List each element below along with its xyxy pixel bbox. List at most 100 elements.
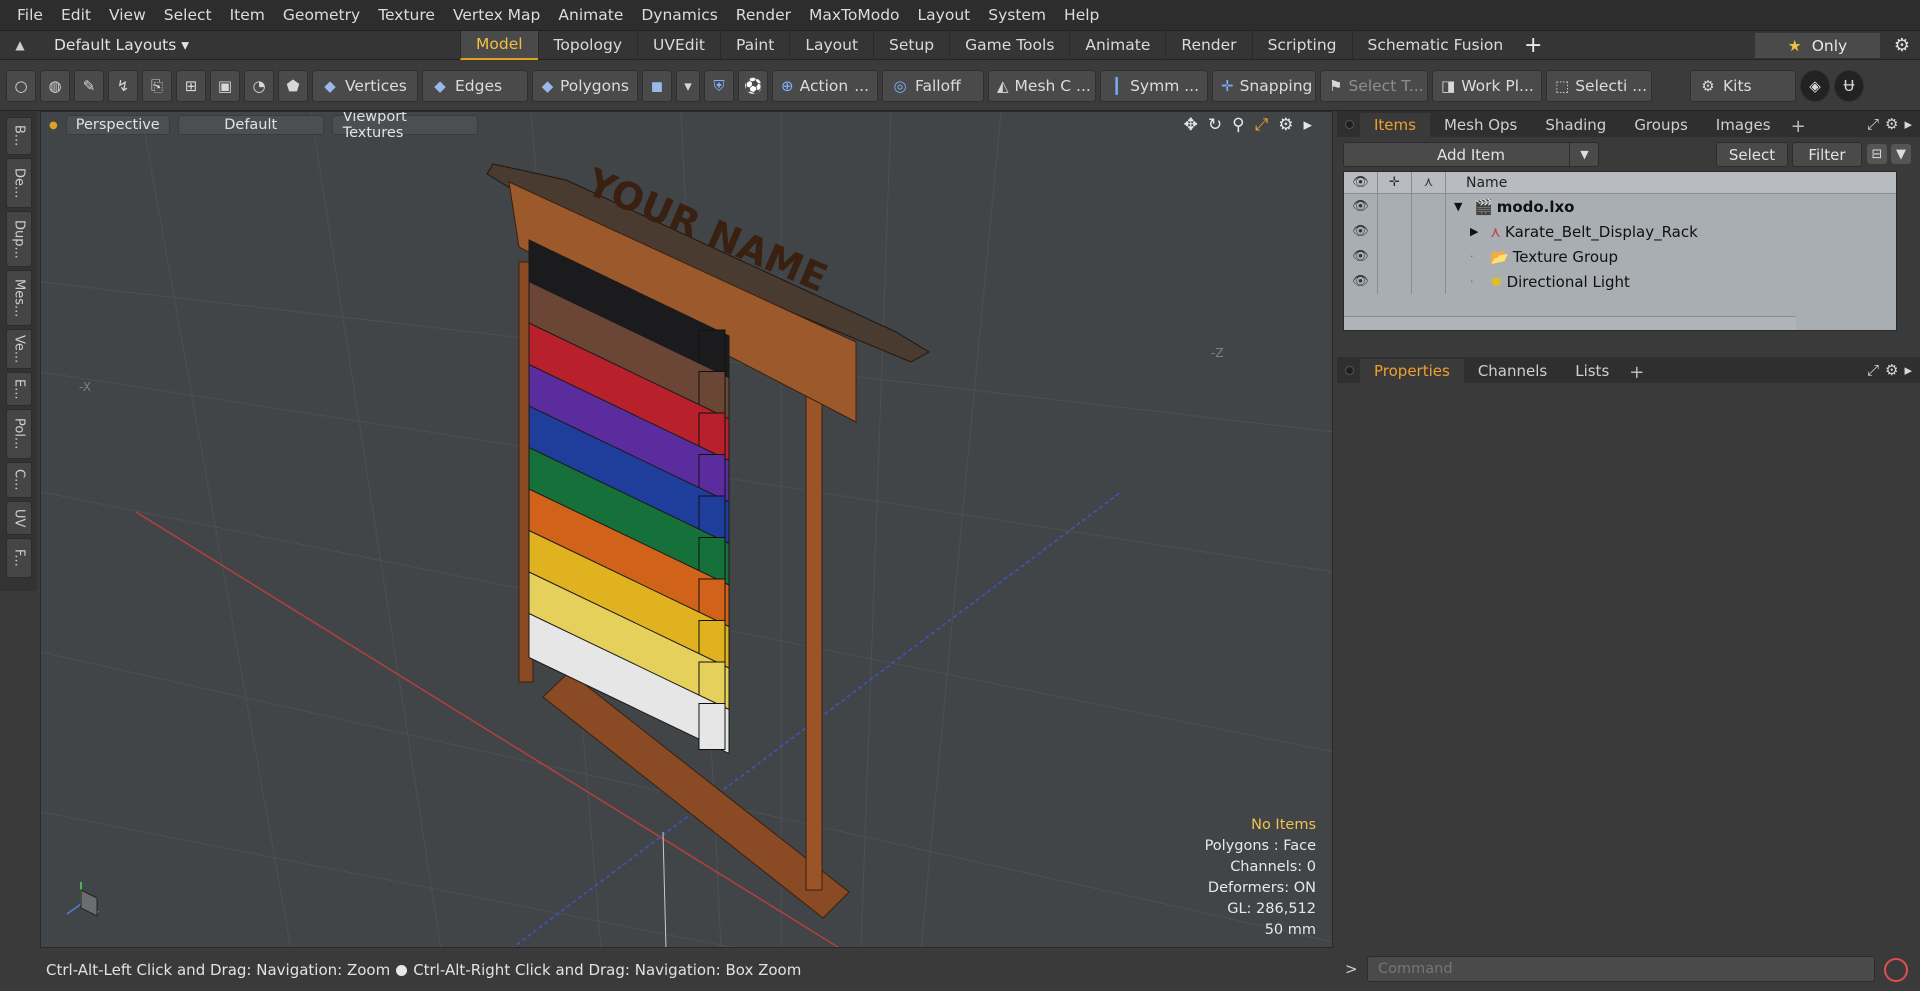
props-arrow-icon[interactable]: ▸ [1904,361,1912,379]
tab-groups[interactable]: Groups [1620,113,1701,137]
selection-sets-button[interactable]: ⬚ Selecti ... [1546,69,1652,102]
left-tab-mesh-edit[interactable]: Mes... [6,270,32,326]
item-row-texture-group[interactable]: 👁 · 📂 Texture Group [1344,244,1896,269]
props-menu-dot-icon[interactable] [1345,365,1354,375]
eye-icon[interactable]: 👁 [1344,269,1378,294]
panel-menu-dot-icon[interactable] [1345,119,1354,129]
grid-tool[interactable]: ⊞ [176,69,206,102]
tab-items[interactable]: Items [1360,113,1430,137]
tab-images[interactable]: Images [1702,113,1785,137]
left-tab-curve[interactable]: C... [6,462,32,498]
item-row-modo-lxo[interactable]: 👁 ▼ 🎬 modo.lxo [1344,194,1896,219]
left-tab-vertex[interactable]: Ve... [6,329,32,369]
select-button[interactable]: Select [1716,142,1788,167]
layout-up-arrow-icon[interactable]: ▲ [0,31,40,60]
menu-help[interactable]: Help [1055,0,1108,31]
maximize-panel-icon[interactable]: ⤢ [1867,115,1879,133]
zoom-view-icon[interactable]: ⚲ [1232,115,1244,135]
item-row-directional-light[interactable]: 👁 · ✹ Directional Light [1344,269,1896,294]
sphere-tool[interactable]: ◔ [244,69,274,102]
tab-shading[interactable]: Shading [1531,113,1620,137]
add-panel-tab-icon[interactable]: + [1785,116,1812,137]
rotate-view-icon[interactable]: ↻ [1208,115,1222,135]
funnel-icon[interactable]: ▼ [1891,144,1911,164]
menu-maxtomodo[interactable]: MaxToModo [800,0,909,31]
tab-layout[interactable]: Layout [789,30,873,60]
menu-layout[interactable]: Layout [909,0,980,31]
kits-button[interactable]: ⚙ Kits [1690,69,1796,102]
add-layout-tab-icon[interactable]: + [1518,33,1548,58]
left-tab-polygon[interactable]: Pol... [6,409,32,459]
maximize-view-icon[interactable]: ⤢ [1255,115,1269,135]
menu-geometry[interactable]: Geometry [274,0,369,31]
eye-icon[interactable]: 👁 [1344,194,1378,219]
eye-icon[interactable]: 👁 [1344,244,1378,269]
tab-paint[interactable]: Paint [719,30,789,60]
menu-select[interactable]: Select [155,0,221,31]
tab-uvedit[interactable]: UVEdit [637,30,720,60]
left-tab-edge[interactable]: E... [6,372,32,406]
symmetry-button[interactable]: ┃ Symm ... [1100,69,1208,102]
command-input[interactable] [1367,956,1875,982]
action-center-button[interactable]: ⊕ Action... [772,69,878,102]
item-row-karate-belt[interactable]: 👁 ▶ ⋏ Karate_Belt_Display_Rack [1344,219,1896,244]
expand-arrow-icon[interactable]: ▼ [1454,200,1468,213]
type-column-icon[interactable]: ⋏ [1412,171,1446,194]
menu-system[interactable]: System [979,0,1055,31]
items-mode-button[interactable]: ◼ [642,69,672,102]
tab-scripting[interactable]: Scripting [1251,30,1352,60]
tab-render[interactable]: Render [1165,30,1251,60]
left-tab-uv[interactable]: UV [6,501,32,535]
menu-edit[interactable]: Edit [52,0,100,31]
tab-animate[interactable]: Animate [1069,30,1165,60]
shield-tool[interactable]: ⬟ [278,69,308,102]
maximize-props-icon[interactable]: ⤢ [1867,361,1879,379]
menu-view[interactable]: View [100,0,155,31]
name-column-header[interactable]: Name [1446,175,1507,191]
tab-model[interactable]: Model [460,30,538,60]
pen-tool[interactable]: ✎ [74,69,104,102]
lasso-tool[interactable]: ↯ [108,69,138,102]
select-circle-tool[interactable]: ○ [6,69,36,102]
menu-render[interactable]: Render [727,0,800,31]
add-props-tab-icon[interactable]: + [1623,362,1650,383]
vertices-button[interactable]: ◆ Vertices [312,69,418,102]
panel-arrow-icon[interactable]: ▸ [1904,115,1912,133]
default-layouts-dropdown[interactable]: Default Layouts ▾ [40,36,460,54]
menu-item[interactable]: Item [221,0,274,31]
collapse-icon[interactable]: ⊟ [1867,144,1887,164]
unity-button[interactable]: ◈ [1800,69,1830,102]
viewport-gear-icon[interactable]: ⚙ [1278,115,1293,135]
unreal-button[interactable]: Ʉ [1834,69,1864,102]
tab-channels[interactable]: Channels [1464,359,1561,383]
loop-tool[interactable]: ⎘ [142,69,172,102]
polygons-button[interactable]: ◆ Polygons [532,69,638,102]
menu-vertex-map[interactable]: Vertex Map [444,0,549,31]
mesh-constraints-button[interactable]: ◭ Mesh C ... [988,69,1096,102]
soccer-tool[interactable]: ⚽ [738,69,768,102]
tab-topology[interactable]: Topology [537,30,637,60]
expand-arrow-icon[interactable]: ▶ [1470,225,1484,238]
menu-dynamics[interactable]: Dynamics [632,0,726,31]
symmetry-shield-tool[interactable]: ⛨ [704,69,734,102]
filter-button[interactable]: Filter [1792,142,1862,167]
visibility-eye-icon[interactable]: 👁 [1344,171,1378,194]
shading-mode-button[interactable]: Default [177,115,324,135]
eye-icon[interactable]: 👁 [1344,219,1378,244]
menu-texture[interactable]: Texture [369,0,444,31]
snapping-button[interactable]: ✛ Snapping [1212,69,1316,102]
tab-properties[interactable]: Properties [1360,359,1464,383]
select-through-button[interactable]: ⚑ Select T... [1320,69,1428,102]
viewport-menu-dot-icon[interactable]: ● [49,120,58,131]
left-tab-basic[interactable]: B... [6,117,32,155]
frame-tool[interactable]: ▣ [210,69,240,102]
menu-file[interactable]: File [8,0,52,31]
left-tab-fusion[interactable]: F... [6,538,32,578]
falloff-button[interactable]: ◎ Falloff [882,69,984,102]
tab-schematic-fusion[interactable]: Schematic Fusion [1351,30,1519,60]
record-macro-icon[interactable] [1884,958,1908,982]
panel-gear-icon[interactable]: ⚙ [1885,115,1898,133]
left-tab-deform[interactable]: De... [6,158,32,208]
add-item-button[interactable]: Add Item [1343,142,1599,167]
lock-column-icon[interactable]: ✛ [1378,171,1412,194]
